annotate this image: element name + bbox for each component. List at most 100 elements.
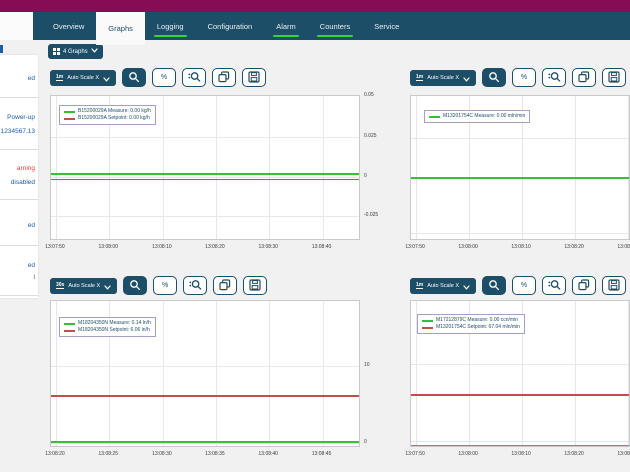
save-image-button[interactable] — [602, 68, 626, 87]
sidebar-status-text: er: 1234567.13 — [0, 128, 35, 135]
auto-scale-dropdown[interactable]: 1mAuto Scale X — [50, 70, 116, 86]
floppy-icon — [248, 71, 260, 85]
percent-scale-button[interactable]: % — [512, 68, 536, 87]
legend-line-swatch — [429, 116, 440, 118]
percent-scale-button[interactable]: % — [152, 68, 176, 87]
plot-legend: M18204350N Measure: 0.14 ln/hM18204350N … — [59, 317, 156, 337]
zoom-button[interactable] — [482, 276, 506, 295]
x-axis-tick-label: 13:08:10 — [152, 244, 171, 250]
legend-row: M17212879C Measure: 0.00 ccn/min — [422, 317, 520, 324]
legend-line-swatch — [422, 327, 433, 329]
graph-count-label: 4 Graphs — [63, 49, 88, 55]
graph-panel-2: 1m Auto Scale X% M13201754C Measure: 0.00 … — [380, 62, 630, 272]
tab-service[interactable]: Service — [362, 12, 411, 40]
horizontal-gridline — [51, 443, 359, 444]
tab-label: Counters — [320, 22, 350, 31]
button-label: % — [161, 74, 167, 81]
floppy-icon — [608, 279, 620, 293]
vertical-gridline — [575, 96, 576, 239]
vertical-gridline — [163, 301, 164, 446]
x-axis-tick-label: 13:07:50 — [45, 244, 64, 250]
tab-label: Configuration — [208, 22, 253, 31]
sidebar-status-text: disabled — [11, 179, 35, 186]
copy-graph-button[interactable] — [212, 68, 236, 87]
scale-mode-label: Auto Scale X — [427, 283, 459, 289]
sidebar-status-text: ed — [28, 262, 35, 269]
tab-overview[interactable]: Overview — [41, 12, 96, 40]
auto-scale-dropdown[interactable]: 1m Auto Scale X — [410, 70, 476, 86]
zoom-button[interactable] — [482, 68, 506, 87]
magnifier-dots-icon — [188, 71, 201, 85]
tab-active-underline — [317, 35, 353, 38]
magnifier-icon — [488, 279, 500, 293]
chevron-down-icon — [103, 69, 110, 87]
copy-graph-button[interactable] — [213, 276, 237, 295]
nav-corner — [0, 12, 33, 40]
sidebar-status-text: l — [34, 274, 35, 281]
save-image-button[interactable] — [602, 276, 626, 295]
y-axis-tick-label: 0 — [364, 173, 367, 179]
sidebar-divider — [0, 245, 38, 246]
save-image-button[interactable] — [242, 68, 266, 87]
tab-configuration[interactable]: Configuration — [196, 12, 265, 40]
horizontal-gridline — [51, 137, 359, 138]
scale-mode-label: Auto Scale X — [67, 75, 99, 81]
button-label: % — [521, 282, 527, 289]
plot-legend: M13201754C Measure: 0.00 mln/min — [424, 110, 530, 123]
x-axis-tick-label: 13:08:40 — [312, 244, 331, 250]
time-range-icon: 1m — [416, 282, 423, 289]
tab-logging[interactable]: Logging — [145, 12, 196, 40]
tab-graphs[interactable]: Graphs — [96, 12, 145, 45]
time-range-icon: 30s — [56, 282, 64, 289]
vertical-gridline — [163, 96, 164, 239]
sidebar-divider — [0, 295, 38, 296]
series-line — [51, 179, 359, 181]
graph-count-dropdown[interactable]: 4 Graphs — [48, 44, 103, 59]
zoom-select-button[interactable] — [183, 276, 207, 295]
vertical-gridline — [269, 301, 270, 446]
chevron-down-icon — [463, 277, 470, 295]
zoom-select-button[interactable] — [542, 276, 566, 295]
save-image-button[interactable] — [243, 276, 267, 295]
legend-text: M18204350N Measure: 0.14 ln/h — [78, 320, 151, 327]
tab-alarm[interactable]: Alarm — [264, 12, 308, 40]
plot-area-3[interactable]: M18204350N Measure: 0.14 ln/hM18204350N … — [50, 300, 360, 447]
time-range-icon: 1m — [416, 74, 423, 81]
x-axis-tick-label: 13:08:20 — [564, 451, 583, 457]
button-label: % — [521, 74, 527, 81]
copy-graph-button[interactable] — [572, 276, 596, 295]
copy-graph-button[interactable] — [572, 68, 596, 87]
horizontal-gridline — [411, 138, 629, 139]
x-axis-tick-label: 13:08:10 — [511, 244, 530, 250]
y-axis-tick-label: 0.025 — [364, 133, 377, 139]
legend-line-swatch — [64, 111, 75, 113]
status-sidebar: edPower-uper: 1234567.13arningdisableded… — [0, 55, 38, 298]
legend-text: M18204350N Setpoint: 6.06 ln/h — [78, 327, 150, 334]
plot-legend: B15200029A Measure: 0.00 kg/hB15200029A … — [59, 105, 156, 125]
button-label: % — [162, 282, 168, 289]
scale-mode-label: Auto Scale X — [427, 75, 459, 81]
tab-counters[interactable]: Counters — [308, 12, 362, 40]
vertical-gridline — [628, 96, 629, 239]
graph-panel-3: 30sAuto Scale X% M18204350N Measure: 0.14… — [45, 270, 395, 472]
sidebar-status-text: ed — [28, 75, 35, 82]
percent-scale-button[interactable]: % — [153, 276, 177, 295]
magnifier-dots-icon — [548, 279, 561, 293]
plot-area-4[interactable]: M17212879C Measure: 0.00 ccn/minM1320175… — [410, 300, 630, 447]
main-nav: OverviewGraphsLoggingConfigurationAlarmC… — [33, 12, 630, 40]
auto-scale-dropdown[interactable]: 30sAuto Scale X — [50, 278, 117, 294]
legend-row: B15200029A Measure: 0.00 kg/h — [64, 108, 151, 115]
legend-line-swatch — [64, 330, 75, 332]
zoom-select-button[interactable] — [542, 68, 566, 87]
percent-scale-button[interactable]: % — [512, 276, 536, 295]
plot-area-1[interactable]: B15200029A Measure: 0.00 kg/hB15200029A … — [50, 95, 360, 240]
plot-area-2[interactable]: M13201754C Measure: 0.00 mln/min — [410, 95, 630, 240]
zoom-select-button[interactable] — [182, 68, 206, 87]
zoom-button[interactable] — [122, 68, 146, 87]
auto-scale-dropdown[interactable]: 1m Auto Scale X — [410, 278, 476, 294]
x-axis-tick-label: 13:08:45 — [312, 451, 331, 457]
x-axis-tick-label: 13:08:25 — [99, 451, 118, 457]
zoom-button[interactable] — [123, 276, 147, 295]
x-axis-tick-label: 13:08:20 — [205, 244, 224, 250]
legend-text: B15200029A Setpoint: 0.00 kg/h — [78, 115, 150, 122]
